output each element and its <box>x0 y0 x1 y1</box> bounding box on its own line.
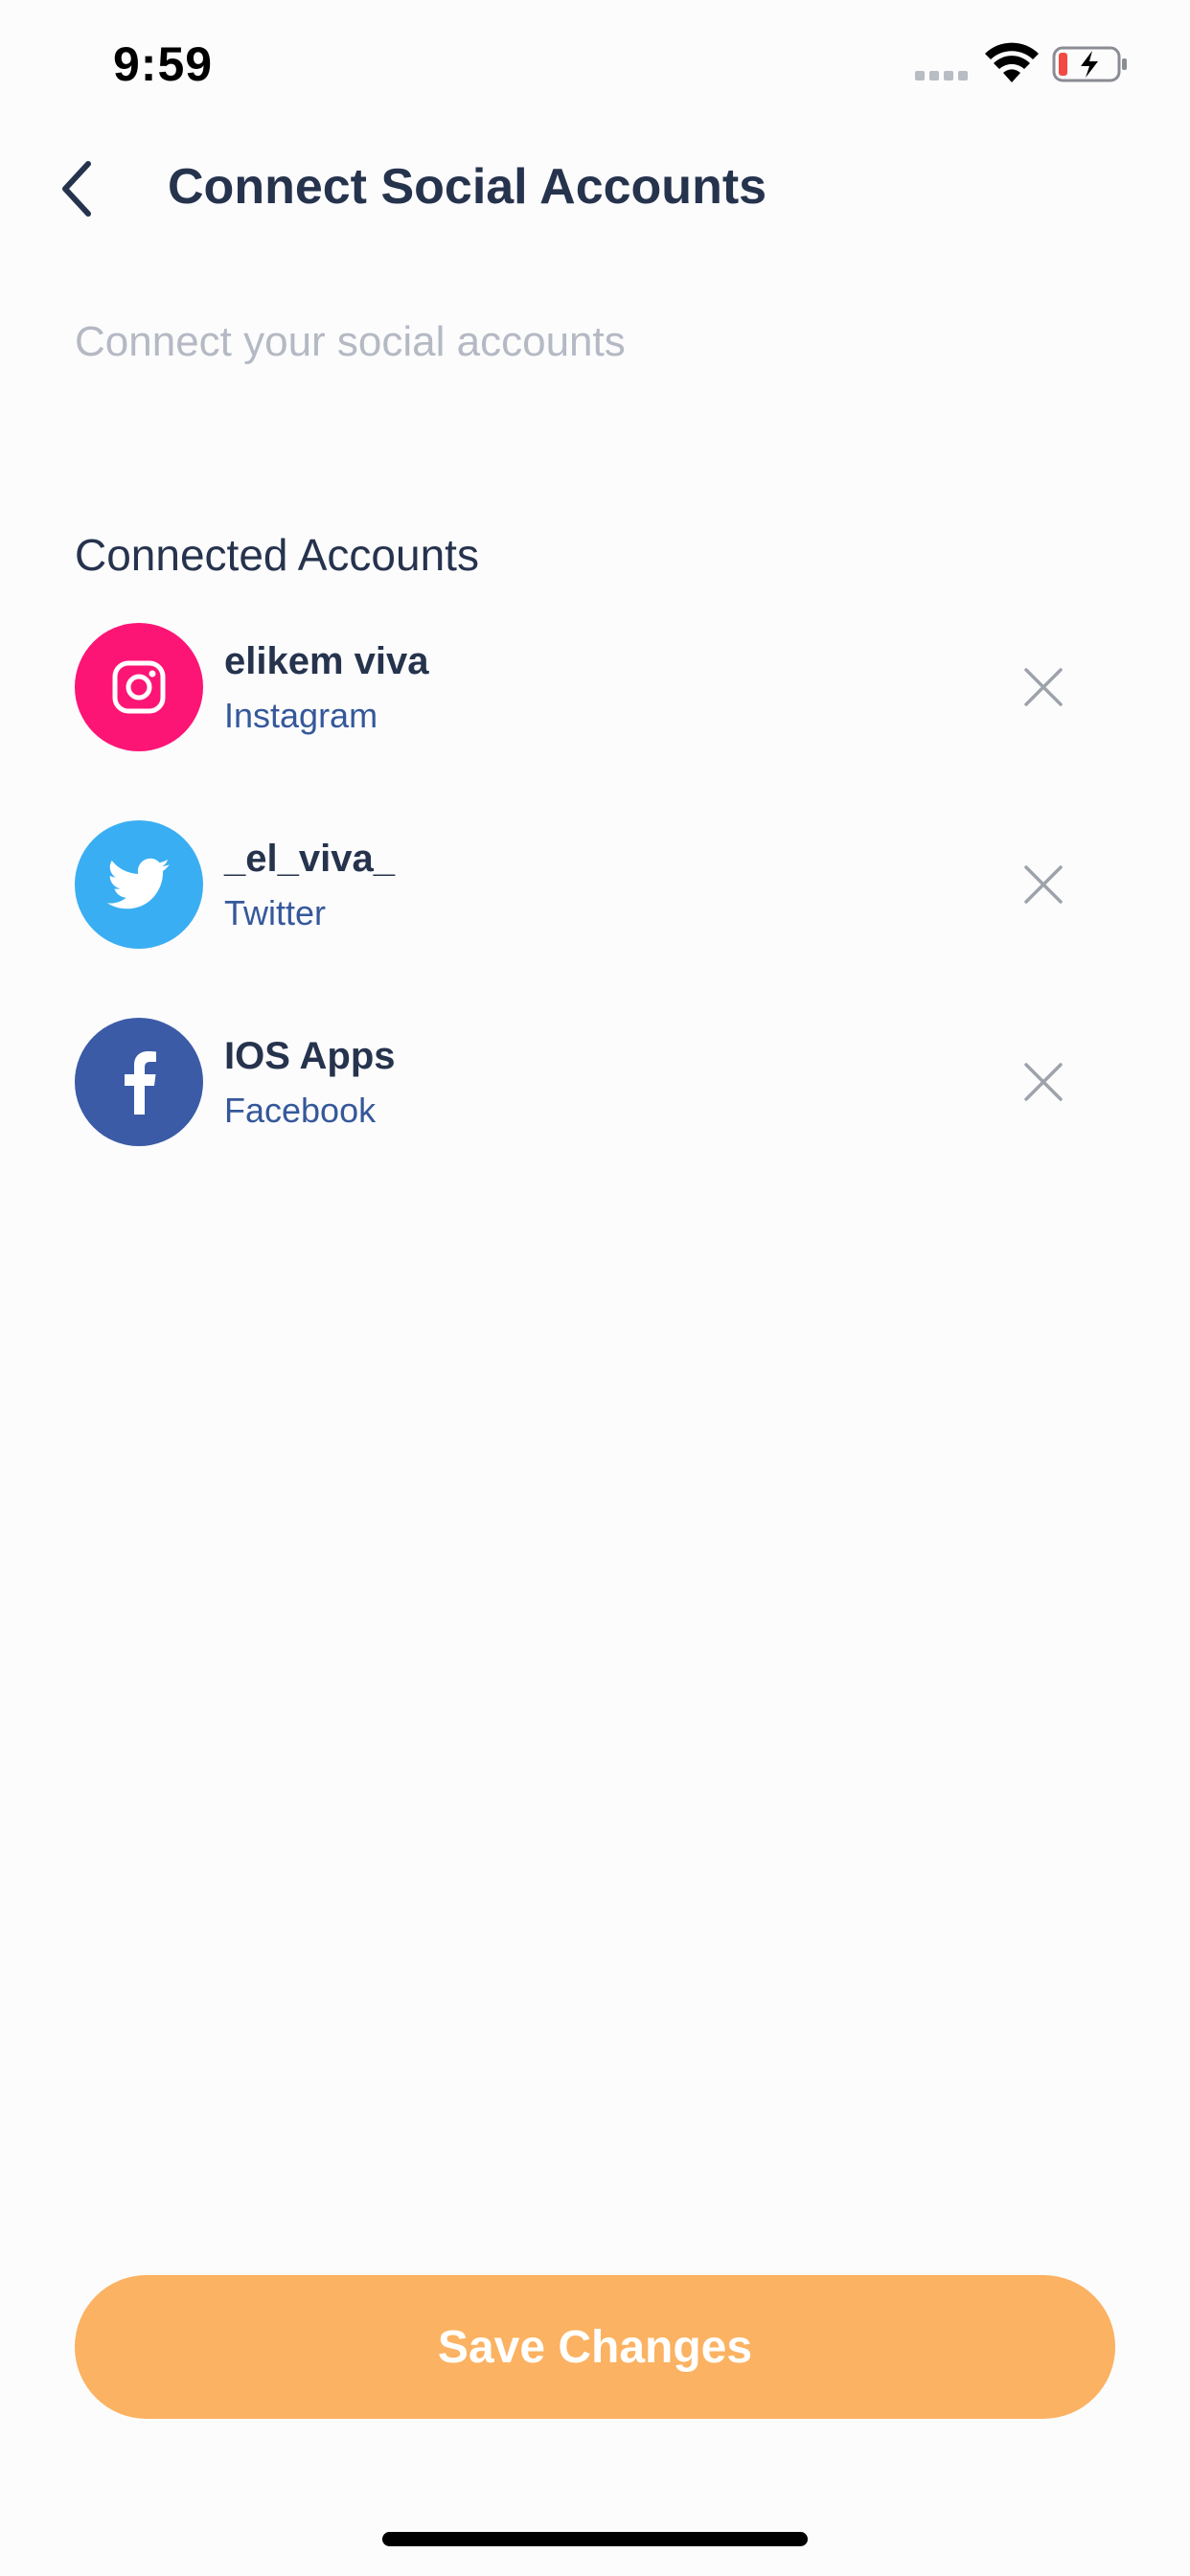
account-platform: Twitter <box>224 893 327 932</box>
battery-icon <box>1052 46 1127 82</box>
status-time: 9:59 <box>113 37 214 91</box>
page-title: Connect Social Accounts <box>168 159 767 215</box>
remove-account-button[interactable] <box>1006 1045 1081 1119</box>
chevron-left-icon <box>62 161 91 217</box>
close-icon <box>1024 668 1063 706</box>
account-name: _el_viva_ <box>224 838 395 880</box>
account-platform: Instagram <box>224 696 378 735</box>
cellular-signal-icon <box>915 71 968 80</box>
home-indicator[interactable] <box>382 2532 808 2546</box>
section-title-connected-accounts: Connected Accounts <box>75 530 479 580</box>
facebook-avatar <box>75 1018 203 1146</box>
instagram-icon <box>112 660 166 714</box>
facebook-icon <box>125 1051 156 1115</box>
close-icon <box>1024 865 1063 904</box>
screen: 9:59 Connect Social Accounts Connect you… <box>0 0 1190 2576</box>
back-button[interactable] <box>46 153 107 224</box>
twitter-avatar <box>75 820 203 949</box>
status-bar: 9:59 <box>0 0 1190 125</box>
instagram-avatar <box>75 623 203 751</box>
remove-account-button[interactable] <box>1006 650 1081 724</box>
account-name: IOS Apps <box>224 1035 396 1077</box>
account-row-twitter: _el_viva_ Twitter <box>75 820 1081 949</box>
account-row-facebook: IOS Apps Facebook <box>75 1018 1081 1146</box>
twitter-icon <box>107 858 170 909</box>
account-row-instagram: elikem viva Instagram <box>75 623 1081 751</box>
save-changes-button[interactable]: Save Changes <box>75 2275 1115 2419</box>
wifi-icon <box>985 42 1039 82</box>
close-icon <box>1024 1063 1063 1101</box>
account-name: elikem viva <box>224 640 429 682</box>
account-platform: Facebook <box>224 1091 377 1130</box>
remove-account-button[interactable] <box>1006 847 1081 922</box>
page-subtitle: Connect your social accounts <box>75 318 626 365</box>
